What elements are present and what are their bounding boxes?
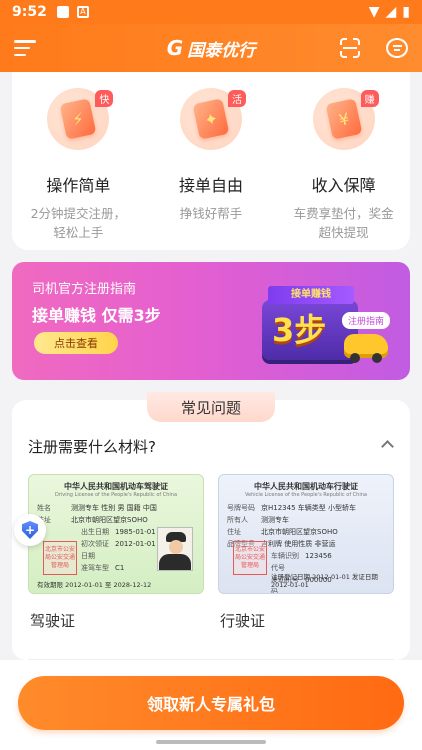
menu-icon[interactable] [14, 40, 36, 56]
feature-badge: 赚 [360, 90, 379, 107]
feature-free: ✦ 活 接单自由 挣钱好帮手 [145, 72, 278, 250]
scan-icon[interactable] [340, 38, 360, 58]
features-card: ⚡ 快 操作简单 2分钟提交注册，轻松上手 ✦ 活 接单自由 挣钱好帮手 ¥ 赚… [12, 72, 410, 250]
logo-mark: G [166, 36, 184, 60]
claim-gift-button[interactable]: 领取新人专属礼包 [18, 676, 404, 730]
feature-income: ¥ 赚 收入保障 车费享垫付，奖金超快提现 [277, 72, 410, 250]
license-subheader: Driving License of the People's Republic… [54, 492, 178, 498]
app-logo: G 国泰优行 [167, 36, 255, 61]
feature-desc: 2分钟提交注册，轻松上手 [30, 206, 127, 240]
license-header: 中华人民共和国机动车驾驶证 [64, 482, 168, 491]
faq-section-title: 常见问题 [147, 392, 275, 422]
easy-illustration-icon: ⚡ 快 [47, 88, 114, 150]
status-bar: 9:52 A ▼ ◢ ▮ [0, 0, 422, 24]
banner-title: 司机官方注册指南 [32, 282, 137, 297]
license-stamp: 北京市公安局公安交通管理局 [43, 541, 77, 575]
notification-icon [56, 6, 69, 18]
vehicle-license-label: 行驶证 [220, 612, 266, 630]
signal-icon: ◢ [385, 4, 397, 20]
feature-desc: 挣钱好帮手 [179, 206, 243, 221]
license-key: 准驾车型 [81, 564, 109, 572]
art-big-text: 3步 [272, 311, 327, 349]
vehicle-license-sample: 中华人民共和国机动车行驶证 Vehicle License of the Peo… [218, 474, 394, 594]
feature-easy: ⚡ 快 操作简单 2分钟提交注册，轻松上手 [12, 72, 145, 250]
feature-desc: 车费享垫付，奖金超快提现 [293, 206, 394, 240]
license-value: 北京市朝阳区望京SOHO [261, 528, 338, 536]
license-value: 北京市朝阳区望京SOHO [71, 516, 148, 524]
taxi-car-icon [344, 334, 388, 363]
license-key: 号牌号码 [227, 504, 255, 512]
wifi-icon: ▼ [368, 4, 380, 20]
message-icon[interactable] [386, 38, 408, 58]
license-stamp: 北京市公安局公安交通管理局 [233, 541, 267, 575]
home-indicator [156, 740, 266, 744]
shield-plus-icon: + [22, 521, 38, 539]
feature-title: 收入保障 [311, 176, 376, 195]
battery-icon: ▮ [402, 4, 410, 20]
logo-text: 国泰优行 [187, 40, 256, 61]
license-value: 1985-01-01 [115, 528, 156, 536]
license-value: 京H12345 车辆类型 小型轿车 [261, 504, 356, 512]
registration-guide-banner[interactable]: 司机官方注册指南 接单赚钱 仅需3步 点击查看 接单赚钱 3步 注册指南 [12, 262, 410, 380]
driver-photo [157, 527, 193, 571]
license-subheader: Vehicle License of the People's Republic… [245, 492, 367, 498]
license-value: 吉利牌 使用性质 非营运 [261, 540, 336, 548]
status-time: 9:52 [12, 4, 47, 20]
driving-license-label: 驾驶证 [30, 612, 76, 630]
three-steps-illustration: 接单赚钱 3步 注册指南 [262, 280, 390, 364]
art-ribbon: 接单赚钱 [268, 286, 354, 304]
license-header: 中华人民共和国机动车行驶证 [254, 482, 358, 491]
app-bar: G 国泰优行 [0, 24, 422, 72]
banner-view-button[interactable]: 点击查看 [34, 332, 118, 354]
license-value: 2012-01-01 [115, 540, 156, 548]
banner-headline: 接单赚钱 仅需3步 [32, 306, 161, 325]
income-illustration-icon: ¥ 赚 [312, 88, 379, 150]
app-notification-icon: A [76, 6, 89, 18]
license-dates: 注册登记日期 2012-01-01 发证日期 2012-01-01 [271, 573, 378, 589]
security-shield-button[interactable]: + [14, 514, 46, 546]
license-key: 初次领证日期 [81, 540, 109, 560]
license-key: 所有人 [227, 516, 248, 524]
faq-question[interactable]: 注册需要什么材料? [28, 436, 156, 457]
feature-title: 操作简单 [46, 176, 111, 195]
license-value: 测测专车 [261, 516, 289, 524]
license-validity: 有效期限 2012-01-01 至 2028-12-12 [37, 581, 152, 589]
license-key: 出生日期 [81, 528, 109, 536]
feature-badge: 活 [228, 90, 246, 107]
license-key: 姓名 [37, 504, 51, 512]
feature-title: 接单自由 [179, 176, 244, 195]
feature-badge: 快 [95, 90, 114, 107]
license-value: C1 [115, 564, 125, 572]
license-key: 住址 [227, 528, 241, 536]
license-value: 测测专车 性别 男 国籍 中国 [71, 504, 157, 512]
driving-license-sample: 中华人民共和国机动车驾驶证 Driving License of the Peo… [28, 474, 204, 594]
art-tag: 注册指南 [341, 312, 390, 329]
faq-section: 常见问题 注册需要什么材料? 中华人民共和国机动车驾驶证 Driving Lic… [12, 392, 410, 660]
free-illustration-icon: ✦ 活 [180, 88, 246, 150]
chevron-up-icon[interactable] [381, 440, 394, 453]
